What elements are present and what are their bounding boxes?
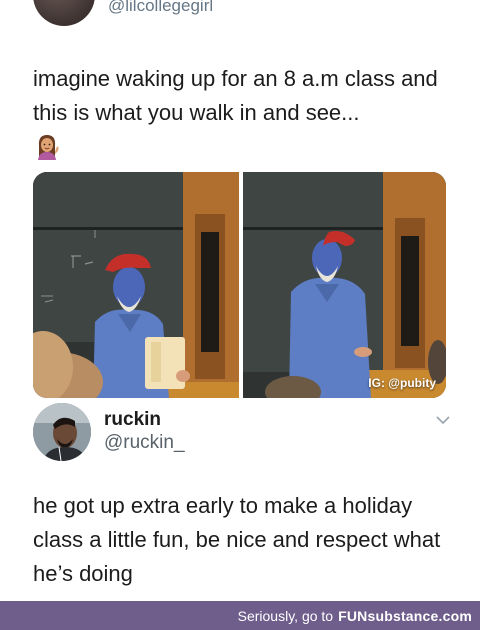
reply-display-name[interactable]: ruckin — [104, 409, 161, 431]
tweet-photo-left[interactable] — [33, 172, 239, 398]
reply-avatar[interactable] — [33, 403, 91, 461]
footer-brand-rest: substance.com — [367, 607, 472, 624]
original-handle[interactable]: @lilcollegegirl — [108, 0, 213, 16]
chevron-down-icon[interactable] — [435, 412, 451, 428]
photo-watermark: IG: @pubity — [368, 376, 436, 390]
original-tweet-text: imagine waking up for an 8 a.m class and… — [33, 66, 438, 125]
tweet-screenshot: @lilcollegegirl imagine waking up for an… — [0, 0, 480, 600]
footer-prefix: Seriously, go to — [237, 607, 334, 624]
original-avatar[interactable] — [33, 0, 95, 26]
footer-brand-fun: FUN — [338, 607, 368, 624]
woman-tipping-hand-emoji — [33, 132, 61, 160]
tweet-photo-right[interactable]: IG: @pubity — [243, 172, 446, 398]
reply-handle[interactable]: @ruckin_ — [104, 432, 185, 454]
reply-tweet-text: he got up extra early to make a holiday … — [33, 493, 441, 586]
site-watermark-banner[interactable]: Seriously, go to FUNsubstance.com — [0, 601, 480, 630]
footer-brand[interactable]: FUNsubstance.com — [338, 608, 472, 624]
